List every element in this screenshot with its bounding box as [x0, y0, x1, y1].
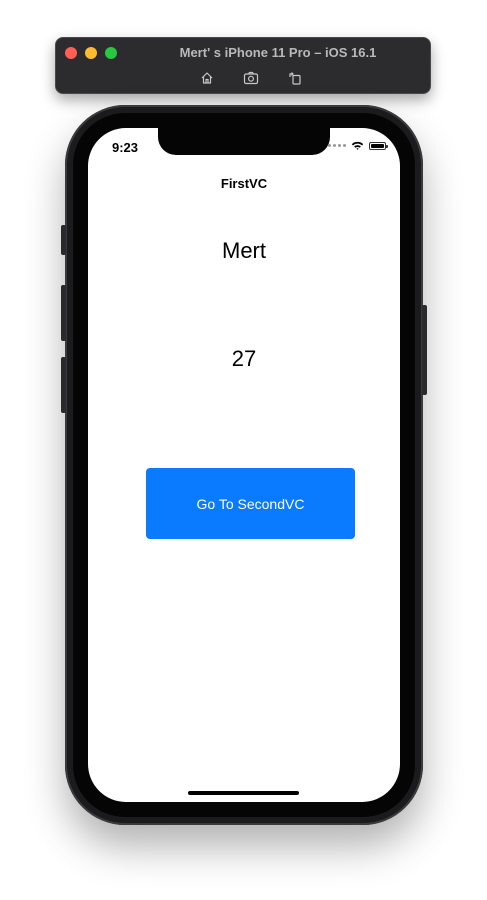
notch: [158, 128, 330, 155]
age-label: 27: [231, 346, 257, 371]
screenshot-button[interactable]: [240, 69, 262, 87]
silent-switch: [61, 225, 66, 255]
cellular-signal-icon: [328, 144, 346, 147]
volume-down-button: [61, 357, 66, 413]
battery-icon: [369, 141, 388, 150]
minimize-window-button[interactable]: [85, 47, 97, 59]
name-label: Mert: [222, 238, 266, 263]
home-button[interactable]: [196, 69, 218, 87]
home-indicator[interactable]: [188, 791, 299, 795]
rotate-button[interactable]: [284, 69, 306, 87]
go-to-second-vc-button[interactable]: Go To SecondVC: [146, 468, 355, 539]
status-time: 9:23: [112, 140, 139, 155]
close-window-button[interactable]: [65, 47, 77, 59]
rotate-icon: [289, 72, 301, 85]
status-indicators: [328, 141, 388, 150]
simulator-toolbar: [196, 69, 306, 87]
screenshot-icon: [243, 71, 259, 85]
power-button: [422, 305, 427, 395]
simulator-title-bar: Mert' s iPhone 11 Pro – iOS 16.1: [55, 37, 431, 94]
nav-title: FirstVC: [220, 176, 268, 191]
simulator-title: Mert' s iPhone 11 Pro – iOS 16.1: [179, 45, 377, 60]
iphone-device-frame: 9:23 FirstVC Mert 27 Go To SecondVC: [61, 105, 427, 825]
device-screen: 9:23 FirstVC Mert 27 Go To SecondVC: [88, 128, 400, 802]
battery-level: [371, 143, 384, 148]
wifi-icon: [351, 141, 364, 150]
stage: Mert' s iPhone 11 Pro – iOS 16.1 9:23 Fi…: [0, 0, 487, 900]
zoom-window-button[interactable]: [105, 47, 117, 59]
volume-up-button: [61, 285, 66, 341]
home-icon: [201, 72, 213, 84]
